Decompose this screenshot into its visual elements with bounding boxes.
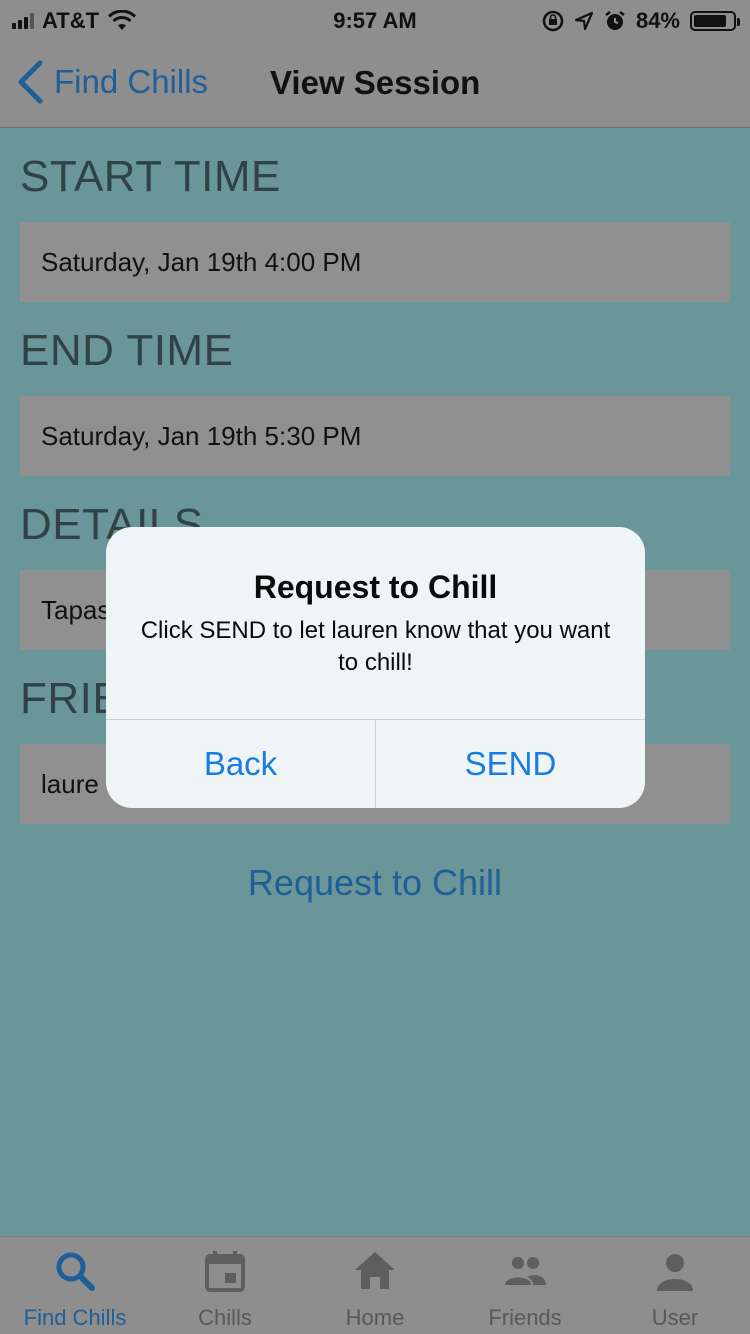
tab-label: Home — [345, 1305, 405, 1330]
calendar-icon — [205, 1251, 245, 1292]
request-to-chill-link[interactable]: Request to Chill — [0, 862, 750, 904]
request-alert-dialog: Request to Chill Click SEND to let laure… — [106, 527, 645, 808]
page-title: View Session — [270, 64, 481, 101]
tab-label: Find Chills — [23, 1305, 127, 1330]
tab-home[interactable]: Home — [300, 1237, 450, 1334]
status-bar: AT&T 9:57 AM 84% — [0, 0, 750, 40]
back-button-label: Find Chills — [54, 63, 209, 100]
search-icon — [56, 1252, 95, 1291]
tab-label: Friends — [488, 1305, 562, 1330]
alert-message: Click SEND to let lauren know that you w… — [140, 617, 611, 676]
end-time-field[interactable]: Saturday, Jan 19th 5:30 PM — [20, 396, 730, 476]
rotation-lock-icon — [542, 10, 564, 32]
alert-title: Request to Chill — [253, 569, 498, 605]
alert-send-button[interactable]: SEND — [376, 720, 645, 808]
end-time-label: END TIME — [20, 326, 234, 375]
battery-percent: 84% — [635, 8, 680, 33]
tab-friends[interactable]: Friends — [450, 1237, 600, 1334]
chevron-left-icon — [18, 60, 43, 104]
tab-user[interactable]: User — [600, 1237, 750, 1334]
tab-label: Chills — [198, 1305, 252, 1330]
start-time-label: START TIME — [20, 152, 281, 201]
friends-icon — [505, 1257, 546, 1285]
alarm-icon — [605, 11, 625, 30]
battery-icon — [690, 11, 740, 31]
status-right: 84% — [542, 8, 740, 34]
back-button[interactable]: Find Chills — [16, 60, 208, 104]
tab-label: User — [651, 1305, 699, 1330]
start-time-field[interactable]: Saturday, Jan 19th 4:00 PM — [20, 222, 730, 302]
location-icon — [574, 11, 594, 31]
home-icon — [355, 1252, 395, 1289]
tab-chills[interactable]: Chills — [150, 1237, 300, 1334]
tab-bar: Find Chills Chills Home Friends User — [0, 1236, 750, 1334]
alert-back-button[interactable]: Back — [106, 720, 375, 808]
navigation-bar: Find Chills View Session — [0, 40, 750, 128]
tab-find-chills[interactable]: Find Chills — [0, 1237, 150, 1334]
user-icon — [657, 1254, 693, 1291]
